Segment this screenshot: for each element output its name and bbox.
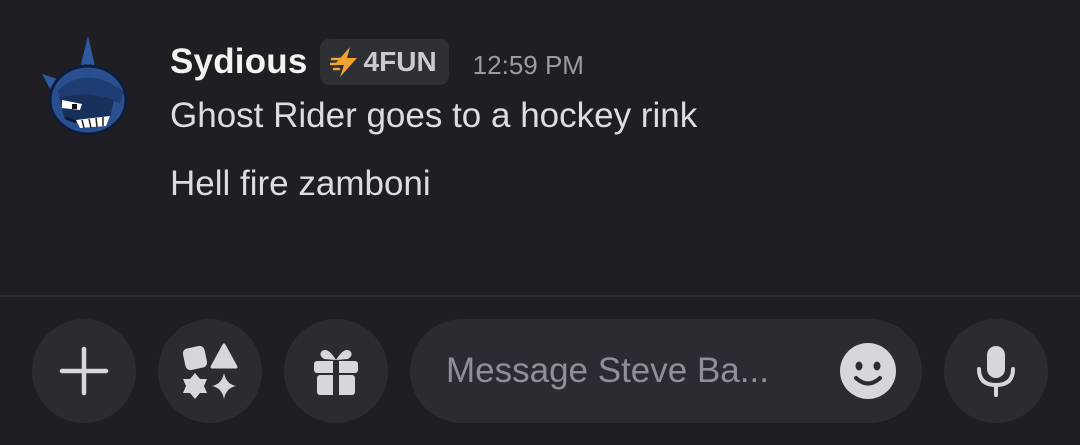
gift-icon — [314, 350, 358, 395]
emoji-button[interactable] — [838, 341, 898, 401]
apps-button[interactable] — [158, 319, 262, 423]
chat-window: Sydious 4FUN 12:59 PM Ghost Rider goes t… — [0, 0, 1080, 445]
smiley-icon — [840, 343, 896, 399]
message-input[interactable] — [446, 345, 826, 397]
message-composer — [0, 297, 1080, 445]
avatar[interactable] — [36, 34, 132, 138]
add-attachment-button[interactable] — [32, 319, 136, 423]
message-header: Sydious 4FUN 12:59 PM — [170, 38, 584, 86]
plus-icon — [59, 346, 109, 396]
lightning-bolt-icon — [329, 45, 360, 79]
message-list: Sydious 4FUN 12:59 PM Ghost Rider goes t… — [0, 0, 1080, 295]
microphone-icon — [977, 346, 1015, 397]
message-text-line: Hell fire zamboni — [170, 164, 431, 203]
message: Sydious 4FUN 12:59 PM Ghost Rider goes t… — [0, 0, 1080, 295]
gift-button[interactable] — [284, 319, 388, 423]
message-timestamp: 12:59 PM — [472, 49, 584, 80]
voice-message-button[interactable] — [944, 319, 1048, 423]
message-text-line: Ghost Rider goes to a hockey rink — [170, 96, 698, 135]
server-tag-label: 4FUN — [363, 46, 437, 77]
apps-icon — [182, 343, 238, 399]
server-tag[interactable]: 4FUN — [319, 39, 449, 85]
cartoon-avatar-icon — [42, 36, 128, 136]
author-name[interactable]: Sydious — [170, 42, 308, 82]
message-input-container — [410, 319, 922, 423]
